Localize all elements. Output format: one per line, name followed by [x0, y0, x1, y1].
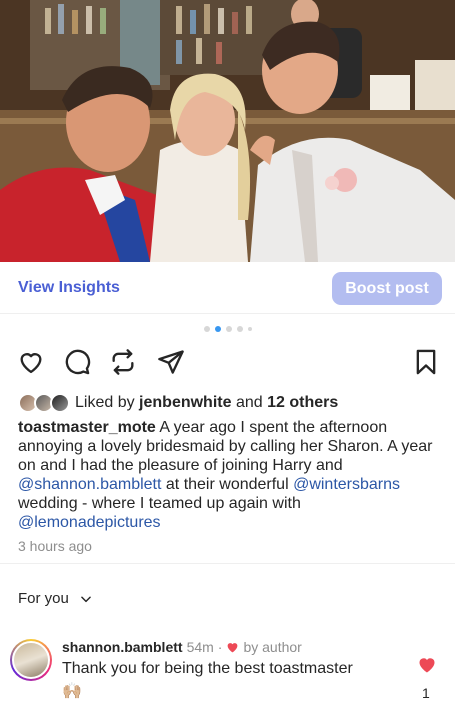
small-heart-icon	[228, 642, 238, 652]
post-caption: toastmaster_mote A year ago I spent the …	[18, 418, 438, 532]
carousel-dot	[247, 327, 252, 331]
caption-text: wedding - where I teamed up again with	[18, 495, 301, 512]
comment-header: shannon.bamblett 54m · by author	[62, 639, 302, 655]
likes-others[interactable]: 12 others	[267, 394, 338, 411]
repost-icon[interactable]	[109, 348, 137, 376]
likes-user[interactable]: jenbenwhite	[139, 394, 231, 411]
caption-username[interactable]: toastmaster_mote	[18, 419, 156, 436]
avatar	[12, 641, 50, 679]
carousel-dot	[236, 326, 243, 332]
carousel-dot	[225, 326, 232, 332]
author-badge: by author	[243, 639, 302, 655]
avatar	[50, 393, 70, 413]
view-insights-link[interactable]: View Insights	[18, 279, 120, 297]
likes-middle: and	[231, 394, 268, 411]
comment-icon[interactable]	[63, 348, 91, 376]
comments-filter[interactable]: For you	[18, 590, 93, 607]
comment-emoji: 🙌🏼	[62, 683, 82, 700]
carousel-dot	[203, 326, 210, 332]
commenter-avatar[interactable]	[10, 639, 52, 681]
share-icon[interactable]	[157, 348, 185, 376]
post-photo-illustration	[0, 0, 455, 262]
comment-time: 54m	[186, 639, 214, 655]
liker-avatars	[18, 393, 72, 413]
comment-like-count: 1	[422, 685, 430, 701]
boost-post-button[interactable]: Boost post	[332, 272, 442, 305]
post-action-bar	[0, 348, 455, 378]
chevron-down-icon	[81, 596, 91, 602]
mention-link[interactable]: @wintersbarns	[293, 476, 400, 493]
comment-username[interactable]: shannon.bamblett	[62, 639, 183, 655]
post-photo[interactable]	[0, 0, 455, 262]
bookmark-icon[interactable]	[412, 348, 440, 376]
likes-summary[interactable]: Liked by jenbenwhite and 12 others	[18, 392, 338, 414]
mention-link[interactable]: @lemonadepictures	[18, 514, 161, 531]
likes-prefix: Liked by	[75, 394, 140, 411]
heart-icon[interactable]	[17, 348, 45, 376]
comments-filter-label: For you	[18, 590, 69, 607]
mention-link[interactable]: @shannon.bamblett	[18, 476, 161, 493]
likes-text: Liked by jenbenwhite and 12 others	[75, 394, 338, 412]
heart-icon[interactable]	[417, 655, 437, 680]
caption-text: at their wonderful	[161, 476, 294, 493]
comment-text: Thank you for being the best toastmaster	[62, 660, 353, 677]
post-timestamp: 3 hours ago	[18, 538, 92, 554]
divider	[0, 563, 455, 564]
comment-separator: ·	[217, 639, 223, 655]
carousel-indicator	[0, 326, 455, 332]
carousel-dot-active	[214, 326, 221, 332]
